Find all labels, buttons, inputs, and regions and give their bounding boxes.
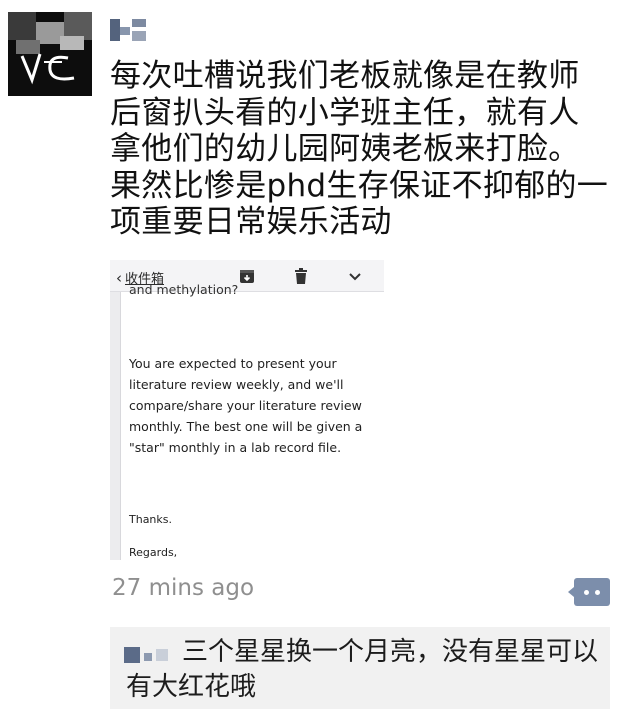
trash-icon [295,268,307,284]
comment-text: 三个星星换一个月亮，没有星星可以有大红花哦 [126,637,599,702]
email-body: and methylation? You are expected to pre… [120,282,384,560]
email-screenshot-image[interactable]: ‹ 收件箱 and methylation? You are expected t… [110,260,384,560]
chevron-left-icon: ‹ [116,269,122,287]
name-pixel [110,19,120,41]
post-text: 每次吐槽说我们老板就像是在教师后窗扒头看的小学班主任，就有人拿他们的幼儿园阿姨老… [110,58,609,240]
email-paragraph: You are expected to present your literat… [129,356,363,455]
name-pixel [132,19,146,27]
name-pixel [132,31,146,41]
comment-button[interactable] [568,578,610,606]
email-thanks: Thanks. [129,513,173,526]
avatar-scribble-icon [20,53,75,85]
chevron-down-icon [349,273,361,281]
archive-icon [240,270,254,283]
comment-icon-dot [595,590,600,595]
post-timestamp: 27 mins ago [112,575,255,601]
avatar-pixel [8,12,36,40]
comment-icon [584,590,589,595]
user-avatar[interactable] [8,12,92,96]
email-clipped-line: and methylation? [129,282,239,297]
email-regards: Regards, [129,546,178,559]
comment-box: 三个星星换一个月亮，没有星星可以有大红花哦 [110,627,610,709]
user-name[interactable] [110,17,156,43]
name-pixel [120,27,130,35]
comment-bubble-tail [568,587,574,597]
